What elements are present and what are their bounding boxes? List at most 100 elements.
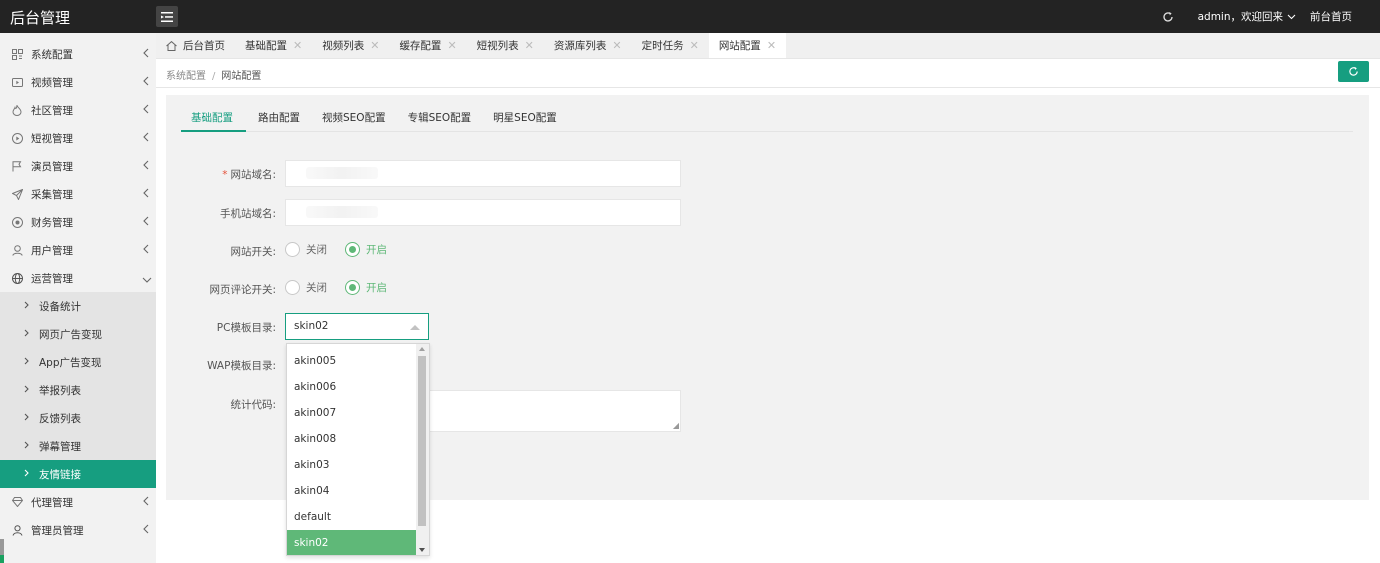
- refresh-icon: [1349, 66, 1358, 76]
- refresh-button[interactable]: [1338, 61, 1369, 82]
- tab-resource-list[interactable]: 资源库列表 ✕: [544, 33, 632, 58]
- tab-label: 网站配置: [718, 40, 761, 52]
- close-icon[interactable]: ✕: [767, 39, 776, 52]
- close-icon[interactable]: ✕: [447, 39, 456, 52]
- radio-label-off[interactable]: 关闭: [306, 280, 327, 295]
- config-icon: [11, 48, 23, 60]
- dropdown-option-selected[interactable]: skin02: [287, 530, 417, 555]
- close-icon[interactable]: ✕: [525, 39, 534, 52]
- chevron-left-icon: [143, 244, 149, 257]
- required-mark: *: [222, 169, 228, 181]
- sidebar-subitem-device-stats[interactable]: 设备统计: [0, 292, 156, 320]
- scroll-up-icon[interactable]: [419, 347, 425, 351]
- tab-home[interactable]: 后台首页: [156, 33, 235, 58]
- close-icon[interactable]: ✕: [612, 39, 621, 52]
- globe-icon: [11, 272, 23, 284]
- diamond-icon: [11, 496, 23, 508]
- sidebar-item-operations[interactable]: 运营管理: [0, 264, 156, 292]
- tab-label: 后台首页: [183, 40, 225, 52]
- dropdown-option[interactable]: akin005: [287, 348, 417, 374]
- close-icon[interactable]: ✕: [690, 39, 699, 52]
- comment-switch-on-radio[interactable]: [345, 280, 360, 295]
- mobile-domain-label: 手机站域名:: [219, 208, 276, 220]
- tab-star-seo[interactable]: 明星SEO配置: [483, 105, 567, 132]
- sidebar-subitem-label: 反馈列表: [39, 412, 81, 425]
- sidebar-item-collect[interactable]: 采集管理: [0, 180, 156, 208]
- stats-code-textarea[interactable]: ◢: [429, 390, 681, 432]
- tab-album-seo[interactable]: 专辑SEO配置: [398, 105, 482, 132]
- breadcrumb-parent[interactable]: 系统配置: [166, 71, 206, 82]
- sidebar-item-actors[interactable]: 演员管理: [0, 152, 156, 180]
- tab-site-config[interactable]: 网站配置 ✕: [708, 33, 787, 58]
- brand-title: 后台管理: [10, 9, 71, 27]
- site-switch-label: 网站开关:: [230, 246, 276, 258]
- sidebar-item-video[interactable]: 视频管理: [0, 68, 156, 96]
- chevron-right-icon: [24, 384, 29, 396]
- dropdown-option[interactable]: akin006: [287, 374, 417, 400]
- chevron-right-icon: [24, 440, 29, 452]
- dropdown-option[interactable]: akin04: [287, 478, 417, 504]
- tab-label: 短视列表: [476, 40, 519, 52]
- sidebar-item-system-config[interactable]: 系统配置: [0, 40, 156, 68]
- mobile-domain-input[interactable]: [285, 199, 681, 226]
- sidebar-subitem-feedback[interactable]: 反馈列表: [0, 404, 156, 432]
- tab-route[interactable]: 路由配置: [248, 105, 310, 132]
- domain-input[interactable]: [285, 160, 681, 187]
- flag-icon: [11, 160, 23, 172]
- sidebar-item-short-video[interactable]: 短视管理: [0, 124, 156, 152]
- tab-short-video-list[interactable]: 短视列表 ✕: [467, 33, 544, 58]
- tab-scheduled-tasks[interactable]: 定时任务 ✕: [632, 33, 709, 58]
- dropdown-option[interactable]: akin03: [287, 452, 417, 478]
- sidebar-subitem-friend-links[interactable]: 友情链接: [0, 460, 156, 488]
- pc-template-label: PC模板目录:: [216, 322, 276, 334]
- sidebar-subitem-reports[interactable]: 举报列表: [0, 376, 156, 404]
- resize-handle-icon[interactable]: ◢: [673, 422, 679, 430]
- obscured-value: [306, 206, 378, 218]
- refresh-page-button[interactable]: [1162, 11, 1174, 23]
- dropdown-option[interactable]: akin008: [287, 426, 417, 452]
- admin-welcome-text: admin，欢迎回来: [1197, 11, 1283, 23]
- site-switch-off-radio[interactable]: [285, 242, 300, 257]
- tab-label: 资源库列表: [553, 40, 607, 52]
- sidebar-subitem-danmaku[interactable]: 弹幕管理: [0, 432, 156, 460]
- tab-basic-config[interactable]: 基础配置 ✕: [235, 33, 312, 58]
- sidebar-subitem-app-ads[interactable]: App广告变现: [0, 348, 156, 376]
- close-icon[interactable]: ✕: [370, 39, 379, 52]
- tab-label: 视频列表: [322, 40, 365, 52]
- config-tabs: 基础配置 路由配置 视频SEO配置 专辑SEO配置 明星SEO配置: [181, 105, 1353, 132]
- menu-fold-icon: [161, 11, 173, 22]
- sidebar-item-admins[interactable]: 管理员管理: [0, 516, 156, 544]
- radio-label-off[interactable]: 关闭: [306, 242, 327, 257]
- dropdown-option[interactable]: default: [287, 504, 417, 530]
- close-icon[interactable]: ✕: [293, 39, 302, 52]
- admin-menu[interactable]: admin，欢迎回来: [1198, 9, 1296, 24]
- sidebar-subitem-web-ads[interactable]: 网页广告变现: [0, 320, 156, 348]
- dropdown-option[interactable]: akin007: [287, 400, 417, 426]
- radio-label-on[interactable]: 开启: [366, 280, 387, 295]
- comment-switch-off-radio[interactable]: [285, 280, 300, 295]
- chevron-right-icon: [24, 328, 29, 340]
- sidebar-item-finance[interactable]: 财务管理: [0, 208, 156, 236]
- scrollbar-thumb[interactable]: [418, 356, 426, 526]
- front-home-link[interactable]: 前台首页: [1310, 9, 1352, 24]
- sidebar-item-agents[interactable]: 代理管理: [0, 488, 156, 516]
- sidebar-item-label: 管理员管理: [31, 524, 84, 537]
- dropdown-scrollbar[interactable]: [416, 344, 429, 555]
- top-bar: 后台管理 admin，欢迎回来 前台首页: [0, 0, 1380, 33]
- sidebar-item-community[interactable]: 社区管理: [0, 96, 156, 124]
- chevron-left-icon: [143, 76, 149, 89]
- chevron-right-icon: [24, 468, 29, 480]
- tab-cache-config[interactable]: 缓存配置 ✕: [389, 33, 466, 58]
- sidebar-item-users[interactable]: 用户管理: [0, 236, 156, 264]
- pc-template-dropdown: akin005 akin006 akin007 akin008 akin03 a…: [286, 343, 430, 556]
- menu-toggle-button[interactable]: [156, 6, 178, 27]
- pc-template-select[interactable]: skin02: [285, 313, 429, 340]
- tab-basic[interactable]: 基础配置: [181, 105, 246, 132]
- tab-video-seo[interactable]: 视频SEO配置: [312, 105, 396, 132]
- site-switch-on-radio[interactable]: [345, 242, 360, 257]
- sidebar-item-label: 财务管理: [31, 216, 73, 229]
- tab-video-list[interactable]: 视频列表 ✕: [312, 33, 389, 58]
- sidebar-subitem-label: App广告变现: [39, 356, 102, 369]
- scroll-down-icon[interactable]: [419, 548, 425, 552]
- radio-label-on[interactable]: 开启: [366, 242, 387, 257]
